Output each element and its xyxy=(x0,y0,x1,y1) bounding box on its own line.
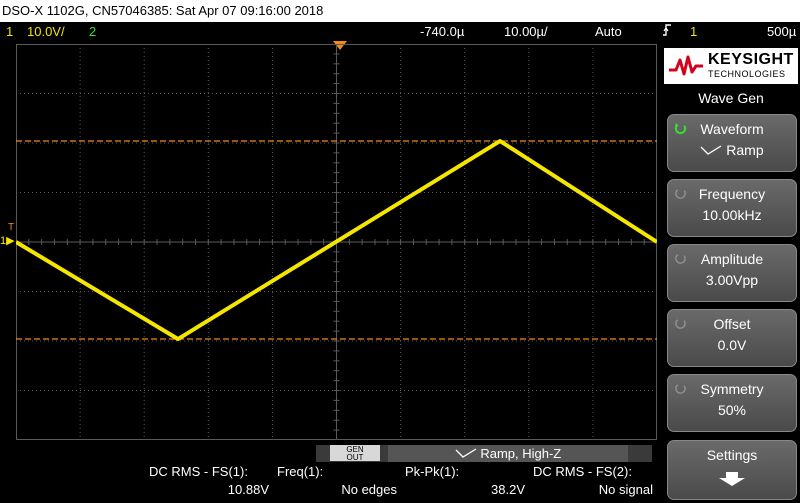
softkey-title: Offset xyxy=(713,316,751,332)
softkey-title: Symmetry xyxy=(700,381,764,397)
softkey-offset[interactable]: Offset 0.0V xyxy=(667,309,797,367)
measurement-value: No signal xyxy=(598,482,653,497)
measurement-label: DC RMS - FS(2): xyxy=(533,464,632,479)
trigger-level-marker[interactable]: T xyxy=(8,222,14,233)
menu-title: Wave Gen xyxy=(698,90,764,106)
softkey-symmetry[interactable]: Symmetry 50% xyxy=(667,374,797,432)
measurement-1[interactable]: DC RMS - FS(1): 10.88V xyxy=(145,463,273,503)
wavegen-mode-text: Ramp, High-Z xyxy=(480,446,562,461)
softkey-title: Waveform xyxy=(700,121,764,137)
measurement-label: Pk-Pk(1): xyxy=(405,464,460,479)
measurement-3[interactable]: Pk-Pk(1): 38.2V xyxy=(401,463,529,503)
trigger-source[interactable]: 1 xyxy=(690,22,697,41)
keysight-wave-icon xyxy=(669,55,703,76)
measurement-2[interactable]: Freq(1): No edges xyxy=(273,463,401,503)
ramp-icon xyxy=(700,145,722,155)
measurement-value: 38.2V xyxy=(491,482,525,497)
softkey-value: 10.00kHz xyxy=(702,207,762,223)
brand-sub: TECHNOLOGIES xyxy=(708,69,786,79)
softkey-settings[interactable]: Settings xyxy=(667,440,797,500)
ch1-number[interactable]: 1 xyxy=(6,22,13,41)
waveform-value: Ramp xyxy=(726,142,764,158)
softkey-value: 0.0V xyxy=(717,337,747,353)
measurement-label: DC RMS - FS(1): xyxy=(149,464,248,479)
trigger-position[interactable]: -740.0µ xyxy=(420,22,464,41)
measurement-value: No edges xyxy=(341,482,397,497)
rising-edge-icon xyxy=(662,22,672,43)
gen-out-badge: GEN OUT xyxy=(330,445,380,462)
waveform-display[interactable] xyxy=(16,44,657,440)
softkey-frequency[interactable]: Frequency 10.00kHz xyxy=(667,179,797,237)
softkey-waveform[interactable]: Waveform Ramp xyxy=(667,114,797,172)
keysight-logo: KEYSIGHT TECHNOLOGIES xyxy=(664,48,798,84)
trigger-mode[interactable]: Auto xyxy=(595,22,622,41)
softkey-title: Settings xyxy=(706,447,758,463)
trigger-level[interactable]: 500µ xyxy=(767,22,796,41)
measurement-4[interactable]: DC RMS - FS(2): No signal xyxy=(529,463,657,503)
measurement-value: 10.88V xyxy=(227,482,269,497)
ch2-number[interactable]: 2 xyxy=(89,22,96,41)
timebase[interactable]: 10.00µ/ xyxy=(504,22,548,41)
brand-name: KEYSIGHT xyxy=(708,51,794,68)
arrow-down-icon xyxy=(668,471,796,490)
softkey-value: Ramp xyxy=(668,142,796,158)
ch1-ground-marker[interactable]: 1▶ xyxy=(0,236,15,247)
wavegen-status-label: Ramp, High-Z xyxy=(388,445,628,462)
softkey-value: 3.00Vpp xyxy=(705,272,759,288)
window-title: DSO-X 1102G, CN57046385: Sat Apr 07 09:1… xyxy=(0,0,800,22)
ch1-scale[interactable]: 10.0V/ xyxy=(27,22,65,41)
softkey-amplitude[interactable]: Amplitude 3.00Vpp xyxy=(667,244,797,302)
softkey-title: Frequency xyxy=(698,186,766,202)
measurement-label: Freq(1): xyxy=(277,464,324,479)
softkey-value: 50% xyxy=(717,402,747,418)
ramp-icon xyxy=(455,446,481,461)
softkey-title: Amplitude xyxy=(700,251,764,267)
status-bar: 1 10.0V/ 2 -740.0µ 10.00µ/ Auto 1 500µ xyxy=(0,22,800,41)
